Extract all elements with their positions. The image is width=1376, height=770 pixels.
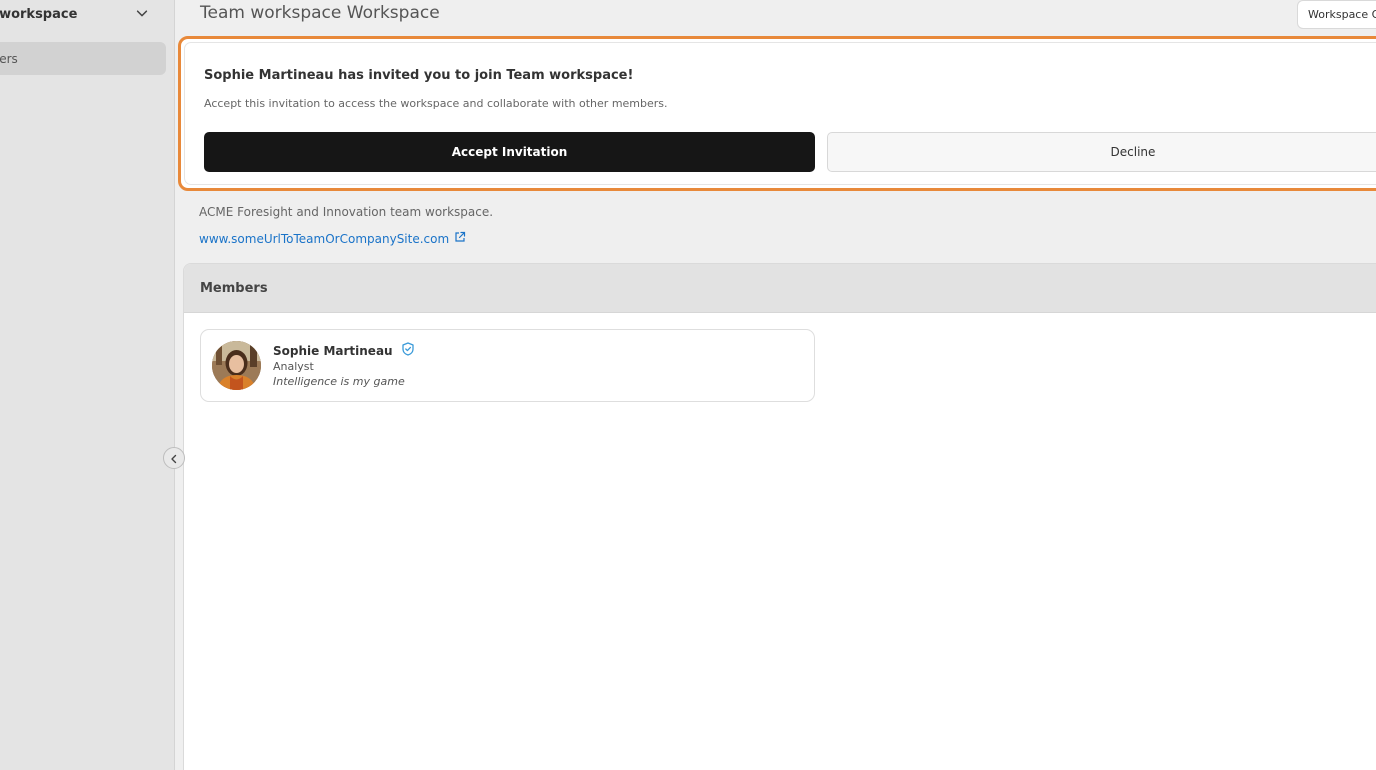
sidebar-collapse-button[interactable] [163,447,185,469]
sidebar-item-members[interactable]: nbers [0,42,166,75]
members-panel-title: Members [200,280,268,296]
members-panel: Members Sophie Martineau Analyst Intelli… [183,263,1376,770]
workspace-website-link-text: www.someUrlToTeamOrCompanySite.com [199,231,450,246]
sidebar-item-label: nbers [0,51,18,66]
workspace-description: ACME Foresight and Innovation team works… [199,205,494,219]
invitation-card: Sophie Martineau has invited you to join… [178,36,1376,191]
member-tagline: Intelligence is my game [273,375,405,388]
app-window: m workspace nbers Team workspace Workspa… [0,0,1376,770]
chevron-down-icon [135,5,149,24]
invitation-title: Sophie Martineau has invited you to join… [204,68,634,83]
workspace-website-link[interactable]: www.someUrlToTeamOrCompanySite.com [199,231,466,246]
sidebar: m workspace nbers [0,0,175,770]
chevron-left-icon [169,449,179,468]
decline-invitation-button[interactable]: Decline [827,132,1376,172]
members-panel-header: Members [184,264,1376,313]
workspace-switcher[interactable]: m workspace [0,0,161,28]
member-card[interactable]: Sophie Martineau Analyst Intelligence is… [200,329,815,402]
avatar [212,341,261,390]
accept-invitation-button[interactable]: Accept Invitation [204,132,815,172]
workspace-options-button[interactable]: Workspace O [1297,0,1376,29]
member-name: Sophie Martineau [273,343,393,358]
member-name-row: Sophie Martineau [273,342,415,359]
invitation-description: Accept this invitation to access the wor… [204,97,668,110]
member-role: Analyst [273,360,314,373]
verified-shield-icon [401,342,415,359]
invitation-card-body: Sophie Martineau has invited you to join… [184,42,1376,185]
external-link-icon [454,231,466,246]
page-title: Team workspace Workspace [200,3,440,23]
workspace-switcher-label: m workspace [0,6,78,22]
